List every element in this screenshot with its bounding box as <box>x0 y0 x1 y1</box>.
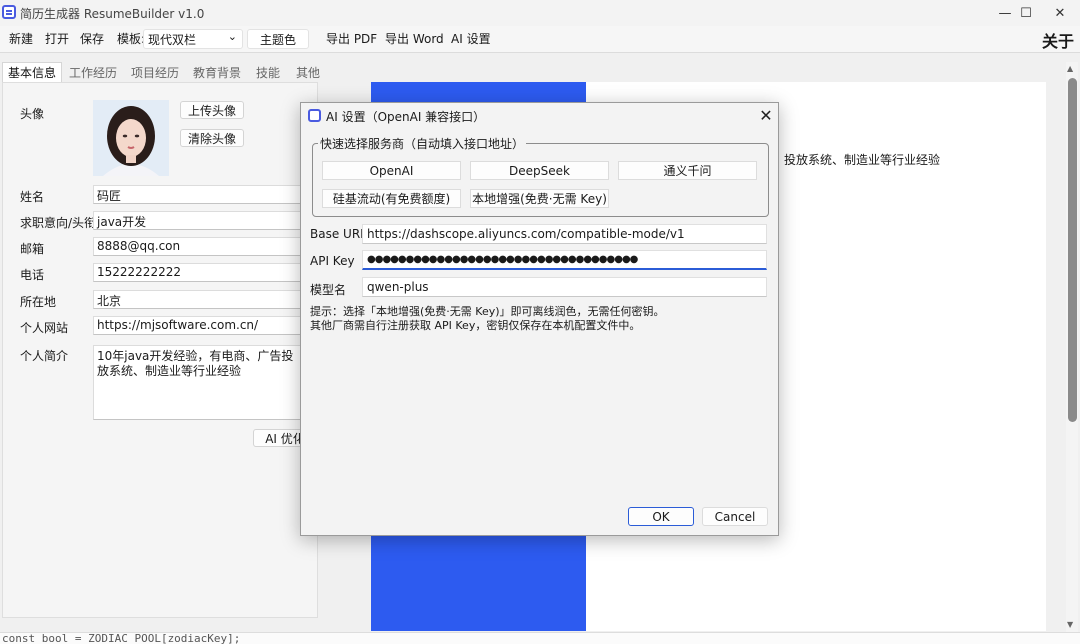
clear-avatar-button[interactable]: 清除头像 <box>180 129 244 147</box>
provider-siliconflow-button[interactable]: 硅基流动(有免费额度) <box>322 189 461 208</box>
new-button[interactable]: 新建 <box>9 31 33 48</box>
background-code-strip: const bool = ZODIAC_POOL[zodiacKey]; <box>0 632 1080 644</box>
provider-deepseek-button[interactable]: DeepSeek <box>470 161 609 180</box>
tab-skills[interactable]: 技能 <box>248 62 288 82</box>
location-label: 所在地 <box>20 295 57 309</box>
name-label: 姓名 <box>20 190 45 204</box>
phone-input[interactable]: 15222222222 <box>93 263 305 282</box>
base-url-input[interactable]: https://dashscope.aliyuncs.com/compatibl… <box>362 224 767 244</box>
template-label: 模板: <box>117 32 146 46</box>
email-input[interactable]: 8888@qq.con <box>93 237 305 256</box>
job-title-input[interactable]: java开发 <box>93 211 305 230</box>
hint-line-2: 其他厂商需自行注册获取 API Key，密钥仅保存在本机配置文件中。 <box>310 319 641 332</box>
cancel-button[interactable]: Cancel <box>702 507 768 526</box>
bio-label: 个人简介 <box>20 349 69 363</box>
ok-button[interactable]: OK <box>628 507 694 526</box>
about-button[interactable]: 关于 <box>1042 28 1074 52</box>
tab-other[interactable]: 其他 <box>288 62 328 82</box>
model-input[interactable]: qwen-plus <box>362 277 767 297</box>
scroll-up-icon[interactable]: ▲ <box>1067 64 1073 73</box>
template-select-value: 现代双栏 <box>148 32 197 47</box>
model-label: 模型名 <box>310 283 347 297</box>
app-icon <box>2 5 16 19</box>
api-key-input[interactable]: ●●●●●●●●●●●●●●●●●●●●●●●●●●●●●●●●●●● <box>362 250 767 270</box>
bio-textarea[interactable]: 10年java开发经验，有电商、广告投放系统、制造业等行业经验 <box>93 345 305 420</box>
save-button[interactable]: 保存 <box>80 31 104 48</box>
location-input[interactable]: 北京 <box>93 290 305 309</box>
api-key-label: API Key <box>310 254 355 268</box>
tab-education[interactable]: 教育背景 <box>186 62 248 82</box>
email-label: 邮箱 <box>20 242 45 256</box>
provider-qwen-button[interactable]: 通义千问 <box>618 161 757 180</box>
preview-bio-text: 投放系统、制造业等行业经验 <box>784 153 941 167</box>
tab-basic-info[interactable]: 基本信息 <box>2 62 62 82</box>
upload-avatar-button[interactable]: 上传头像 <box>180 101 244 119</box>
window-title: 简历生成器 ResumeBuilder v1.0 <box>20 7 205 21</box>
theme-color-button[interactable]: 主题色 <box>247 29 309 49</box>
close-window-icon[interactable]: ✕ <box>1040 0 1080 26</box>
ai-settings-button[interactable]: AI 设置 <box>451 31 491 48</box>
website-input[interactable]: https://mjsoftware.com.cn/ <box>93 316 305 335</box>
job-title-label: 求职意向/头衔 <box>20 216 97 230</box>
open-button[interactable]: 打开 <box>45 31 69 48</box>
name-input[interactable]: 码匠 <box>93 185 305 204</box>
tab-project-experience[interactable]: 项目经历 <box>124 62 186 82</box>
phone-label: 电话 <box>20 268 45 282</box>
provider-local-button[interactable]: 本地增强(免费·无需 Key) <box>470 189 609 208</box>
export-pdf-button[interactable]: 导出 PDF <box>326 31 377 48</box>
export-word-button[interactable]: 导出 Word <box>385 31 444 48</box>
scroll-down-icon[interactable]: ▼ <box>1067 620 1073 629</box>
website-label: 个人网站 <box>20 321 69 335</box>
avatar-portrait-icon <box>93 100 169 176</box>
tab-work-experience[interactable]: 工作经历 <box>62 62 124 82</box>
avatar-label: 头像 <box>20 107 45 121</box>
provider-group-title: 快速选择服务商（自动填入接口地址） <box>318 135 527 152</box>
base-url-label: Base URL <box>310 227 367 241</box>
ai-settings-dialog: AI 设置（OpenAI 兼容接口） ✕ 快速选择服务商（自动填入接口地址） O… <box>300 102 779 536</box>
avatar <box>93 100 169 176</box>
dialog-title: AI 设置（OpenAI 兼容接口） <box>326 110 486 124</box>
scrollbar-thumb[interactable] <box>1068 78 1077 422</box>
provider-openai-button[interactable]: OpenAI <box>322 161 461 180</box>
close-icon[interactable]: ✕ <box>755 104 777 126</box>
dialog-app-icon <box>308 109 321 122</box>
chevron-down-icon: ⌄ <box>227 30 237 43</box>
template-select[interactable]: 现代双栏 ⌄ <box>143 29 243 49</box>
